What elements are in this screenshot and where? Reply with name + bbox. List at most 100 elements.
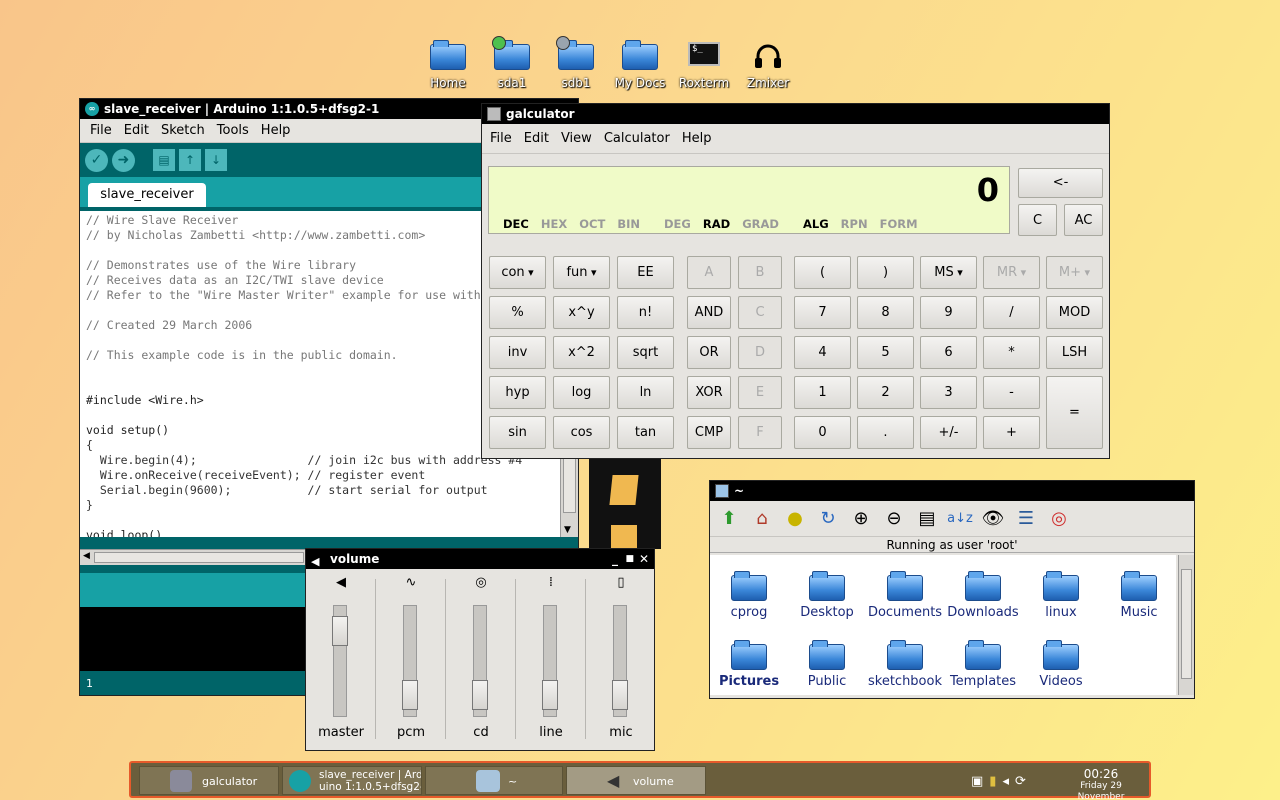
volume-slider[interactable] — [402, 605, 418, 717]
volume-slider[interactable] — [542, 605, 558, 717]
digit-8-button[interactable]: 8 — [857, 296, 914, 329]
xor-button[interactable]: XOR — [687, 376, 731, 409]
clear-button[interactable]: C — [1018, 204, 1057, 236]
tan-button[interactable]: tan — [617, 416, 674, 449]
folder-item-downloads[interactable]: Downloads — [944, 571, 1022, 620]
calc-menu-file[interactable]: File — [484, 131, 518, 146]
sort-icon[interactable]: a↓z — [947, 506, 973, 532]
mode-alg[interactable]: ALG — [803, 217, 829, 231]
digit-9-button[interactable]: 9 — [920, 296, 977, 329]
mod-button[interactable]: MOD — [1046, 296, 1103, 329]
scroll-down-icon[interactable]: ▼ — [564, 525, 571, 535]
lsh-button[interactable]: LSH — [1046, 336, 1103, 369]
menu-file[interactable]: File — [84, 123, 118, 138]
mode-form[interactable]: FORM — [880, 217, 918, 231]
log-button[interactable]: log — [553, 376, 610, 409]
sin-button[interactable]: sin — [489, 416, 546, 449]
hex-e-button[interactable]: E — [738, 376, 782, 409]
digit-1-button[interactable]: 1 — [794, 376, 851, 409]
volume-slider[interactable] — [472, 605, 488, 717]
verify-icon[interactable]: ✓ — [85, 148, 108, 172]
desktop-icon-zmixer[interactable]: Zmixer — [736, 40, 800, 90]
folder-item-linux[interactable]: linux — [1022, 571, 1100, 620]
task-filemanager[interactable]: ~ — [425, 766, 563, 795]
add-button[interactable]: + — [983, 416, 1040, 449]
folder-item-sketchbook[interactable]: sketchbook — [866, 640, 944, 689]
slider-thumb[interactable] — [472, 680, 488, 710]
details-icon[interactable]: ▤ — [914, 506, 940, 532]
maximize-icon[interactable]: ■ — [625, 549, 634, 569]
decimal-point-button[interactable]: . — [857, 416, 914, 449]
factorial-button[interactable]: n! — [617, 296, 674, 329]
hex-b-button[interactable]: B — [738, 256, 782, 289]
folder-item-desktop[interactable]: Desktop — [788, 571, 866, 620]
mode-dec[interactable]: DEC — [503, 217, 529, 231]
mode-rad[interactable]: RAD — [703, 217, 730, 231]
sqrt-button[interactable]: sqrt — [617, 336, 674, 369]
network-icon[interactable]: ▣ — [971, 774, 983, 789]
desktop-icon-sdb1[interactable]: sdb1 — [544, 36, 608, 90]
percent-button[interactable]: % — [489, 296, 546, 329]
hex-c-button[interactable]: C — [738, 296, 782, 329]
calc-menu-calculator[interactable]: Calculator — [598, 131, 676, 146]
mode-hex[interactable]: HEX — [541, 217, 567, 231]
digit-4-button[interactable]: 4 — [794, 336, 851, 369]
help-icon[interactable]: ◎ — [1046, 506, 1072, 532]
save-icon[interactable]: ↓ — [205, 149, 227, 171]
mode-rpn[interactable]: RPN — [841, 217, 868, 231]
and-button[interactable]: AND — [687, 296, 731, 329]
menu-help[interactable]: Help — [255, 123, 297, 138]
digit-5-button[interactable]: 5 — [857, 336, 914, 369]
clock[interactable]: 00:26 Friday 29 November — [1056, 767, 1146, 800]
task-volume[interactable]: ◀ volume — [566, 766, 706, 795]
folder-item-templates[interactable]: Templates — [944, 640, 1022, 689]
or-button[interactable]: OR — [687, 336, 731, 369]
lparen-button[interactable]: ( — [794, 256, 851, 289]
hex-a-button[interactable]: A — [687, 256, 731, 289]
list-icon[interactable]: ☰ — [1013, 506, 1039, 532]
slider-thumb[interactable] — [332, 616, 348, 646]
eye-icon[interactable]: 👁 — [980, 506, 1006, 532]
square-button[interactable]: x^2 — [553, 336, 610, 369]
desktop-icon-my-docs[interactable]: My Docs — [608, 40, 672, 90]
zoom-out-icon[interactable]: ⊖ — [881, 506, 907, 532]
desktop-icon-roxterm[interactable]: $_ Roxterm — [672, 40, 736, 90]
all-clear-button[interactable]: AC — [1064, 204, 1103, 236]
digit-2-button[interactable]: 2 — [857, 376, 914, 409]
minimize-icon[interactable]: _ — [612, 549, 618, 569]
hyperbolic-button[interactable]: hyp — [489, 376, 546, 409]
menu-sketch[interactable]: Sketch — [155, 123, 211, 138]
open-icon[interactable]: ↑ — [179, 149, 201, 171]
filemanager-titlebar[interactable]: ~ — [710, 481, 1194, 501]
backspace-button[interactable]: <- — [1018, 168, 1103, 198]
cos-button[interactable]: cos — [553, 416, 610, 449]
subtract-button[interactable]: - — [983, 376, 1040, 409]
folder-item-pictures[interactable]: Pictures — [710, 640, 788, 689]
digit-7-button[interactable]: 7 — [794, 296, 851, 329]
slider-thumb[interactable] — [542, 680, 558, 710]
folder-item-public[interactable]: Public — [788, 640, 866, 689]
home-icon[interactable]: ⌂ — [749, 506, 775, 532]
up-arrow-icon[interactable]: ⬆ — [716, 506, 742, 532]
volume-slider[interactable] — [612, 605, 628, 717]
calc-menu-view[interactable]: View — [555, 131, 598, 146]
task-galculator[interactable]: galculator — [139, 766, 279, 795]
calc-menu-help[interactable]: Help — [676, 131, 718, 146]
divide-button[interactable]: / — [983, 296, 1040, 329]
bookmark-key-icon[interactable]: ● — [782, 506, 808, 532]
mode-bin[interactable]: BIN — [617, 217, 640, 231]
slider-thumb[interactable] — [402, 680, 418, 710]
ee-button[interactable]: EE — [617, 256, 674, 289]
mode-grad[interactable]: GRAD — [742, 217, 779, 231]
multiply-button[interactable]: * — [983, 336, 1040, 369]
ln-button[interactable]: ln — [617, 376, 674, 409]
refresh-icon[interactable]: ↻ — [815, 506, 841, 532]
folder-item-music[interactable]: Music — [1100, 571, 1178, 620]
menu-tools[interactable]: Tools — [211, 123, 255, 138]
upload-icon[interactable]: ➜ — [112, 148, 135, 172]
memory-store-button[interactable]: MS — [920, 256, 977, 289]
hex-d-button[interactable]: D — [738, 336, 782, 369]
folder-item-cprog[interactable]: cprog — [710, 571, 788, 620]
equals-button[interactable]: = — [1046, 376, 1103, 449]
digit-3-button[interactable]: 3 — [920, 376, 977, 409]
